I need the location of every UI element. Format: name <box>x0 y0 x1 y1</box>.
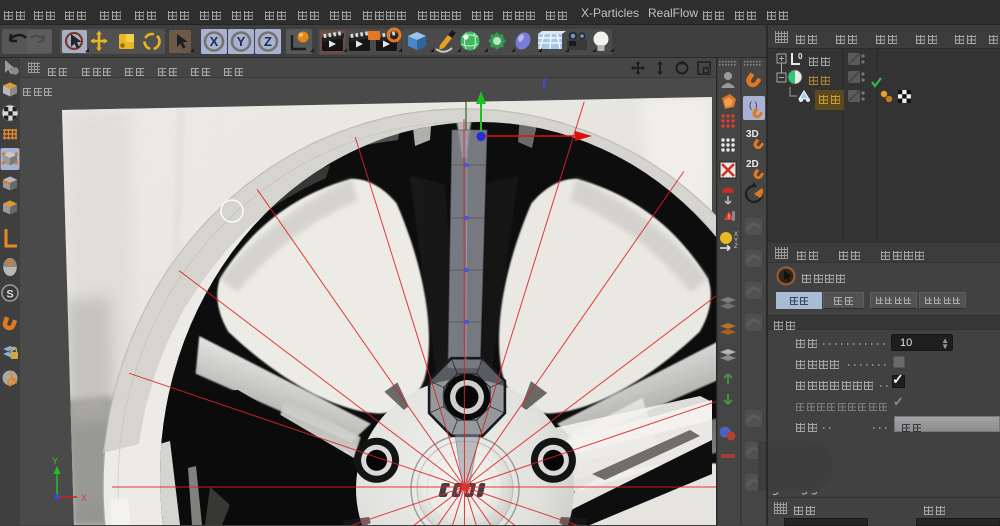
svg-text:Y: Y <box>237 34 246 49</box>
svg-text:!: ! <box>728 214 730 221</box>
svg-text:0: 0 <box>798 52 803 61</box>
svg-text:Z: Z <box>734 244 738 250</box>
svg-text:X: X <box>81 493 87 503</box>
svg-text:Z: Z <box>264 34 272 49</box>
svg-text:Y: Y <box>52 456 58 466</box>
svg-text:2D: 2D <box>746 159 759 170</box>
svg-text:S: S <box>6 289 13 301</box>
svg-text:X: X <box>210 34 219 49</box>
svg-text:3D: 3D <box>746 129 759 140</box>
